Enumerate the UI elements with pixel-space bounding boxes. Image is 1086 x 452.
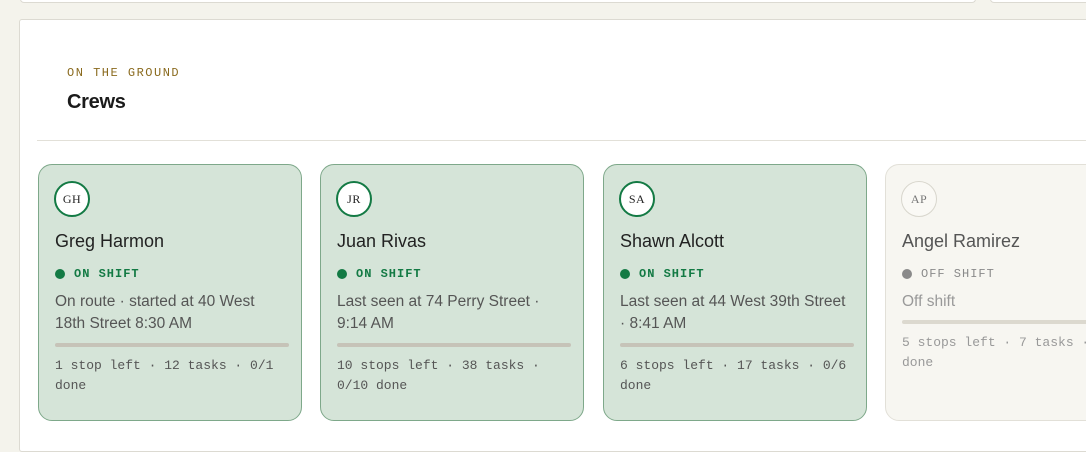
crew-name: Shawn Alcott bbox=[620, 231, 725, 251]
top-card-edge-right bbox=[990, 0, 1086, 3]
crew-name: Greg Harmon bbox=[55, 231, 165, 251]
crew-summary: 5 stops left · 7 tasks · done bbox=[902, 335, 1086, 370]
crew-card-greg-harmon[interactable]: GH Greg Harmon ON SHIFT On route · start… bbox=[38, 164, 302, 421]
progress-bar bbox=[55, 343, 289, 347]
crew-card-shawn-alcott[interactable]: SA Shawn Alcott ON SHIFT Last seen at 44… bbox=[603, 164, 867, 421]
progress-bar bbox=[337, 343, 571, 347]
crew-location: Last seen at 74 Perry Street · 9:14 AM bbox=[337, 293, 540, 332]
crew-card-angel-ramirez[interactable]: AP Angel Ramirez OFF SHIFT Off shift 5 s… bbox=[885, 164, 1086, 421]
crew-location: Last seen at 44 West 39th Street · 8:41 … bbox=[620, 293, 846, 332]
status-label: ON SHIFT bbox=[639, 267, 705, 281]
status-dot-icon bbox=[337, 269, 347, 279]
status-badge: ON SHIFT bbox=[337, 267, 422, 281]
crew-summary: 6 stops left · 17 tasks · 0/6 done bbox=[620, 358, 847, 393]
avatar: GH bbox=[54, 181, 90, 217]
divider bbox=[37, 140, 1086, 141]
progress-bar bbox=[902, 320, 1086, 324]
avatar: AP bbox=[901, 181, 937, 217]
status-dot-icon bbox=[55, 269, 65, 279]
progress-bar bbox=[620, 343, 854, 347]
avatar: JR bbox=[336, 181, 372, 217]
status-dot-icon bbox=[902, 269, 912, 279]
crew-location: On route · started at 40 West 18th Stree… bbox=[55, 293, 255, 332]
status-badge: ON SHIFT bbox=[620, 267, 705, 281]
section-title: Crews bbox=[67, 91, 126, 113]
status-label: ON SHIFT bbox=[356, 267, 422, 281]
status-badge: OFF SHIFT bbox=[902, 267, 995, 281]
status-dot-icon bbox=[620, 269, 630, 279]
crew-card-juan-rivas[interactable]: JR Juan Rivas ON SHIFT Last seen at 74 P… bbox=[320, 164, 584, 421]
crew-name: Angel Ramirez bbox=[902, 231, 1021, 251]
crew-location: Off shift bbox=[902, 293, 956, 310]
section-eyebrow: ON THE GROUND bbox=[67, 66, 181, 80]
avatar: SA bbox=[619, 181, 655, 217]
crew-name: Juan Rivas bbox=[337, 231, 427, 251]
status-label: OFF SHIFT bbox=[921, 267, 995, 281]
crews-panel: ON THE GROUND Crews GH Greg Harmon ON SH… bbox=[19, 19, 1086, 452]
status-badge: ON SHIFT bbox=[55, 267, 140, 281]
status-label: ON SHIFT bbox=[74, 267, 140, 281]
crew-summary: 1 stop left · 12 tasks · 0/1 done bbox=[55, 358, 274, 393]
top-card-edge bbox=[20, 0, 976, 3]
crew-summary: 10 stops left · 38 tasks · 0/10 done bbox=[337, 358, 540, 393]
